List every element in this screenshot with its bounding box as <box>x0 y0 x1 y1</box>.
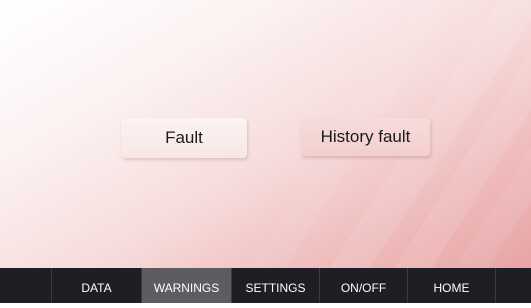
main-screen: Fault History fault <box>0 0 531 268</box>
fault-button[interactable]: Fault <box>121 118 247 158</box>
bottom-navbar: DATA WARNINGS SETTINGS ON/OFF HOME <box>0 268 531 303</box>
nav-tab-home[interactable]: HOME <box>408 268 496 303</box>
nav-spacer-right <box>496 268 531 303</box>
nav-tab-data[interactable]: DATA <box>52 268 142 303</box>
nav-tab-settings[interactable]: SETTINGS <box>232 268 320 303</box>
nav-tab-onoff[interactable]: ON/OFF <box>320 268 408 303</box>
nav-spacer-left <box>0 268 52 303</box>
history-fault-button[interactable]: History fault <box>301 118 430 156</box>
nav-tab-warnings[interactable]: WARNINGS <box>142 268 232 303</box>
background-stripes <box>250 0 531 268</box>
